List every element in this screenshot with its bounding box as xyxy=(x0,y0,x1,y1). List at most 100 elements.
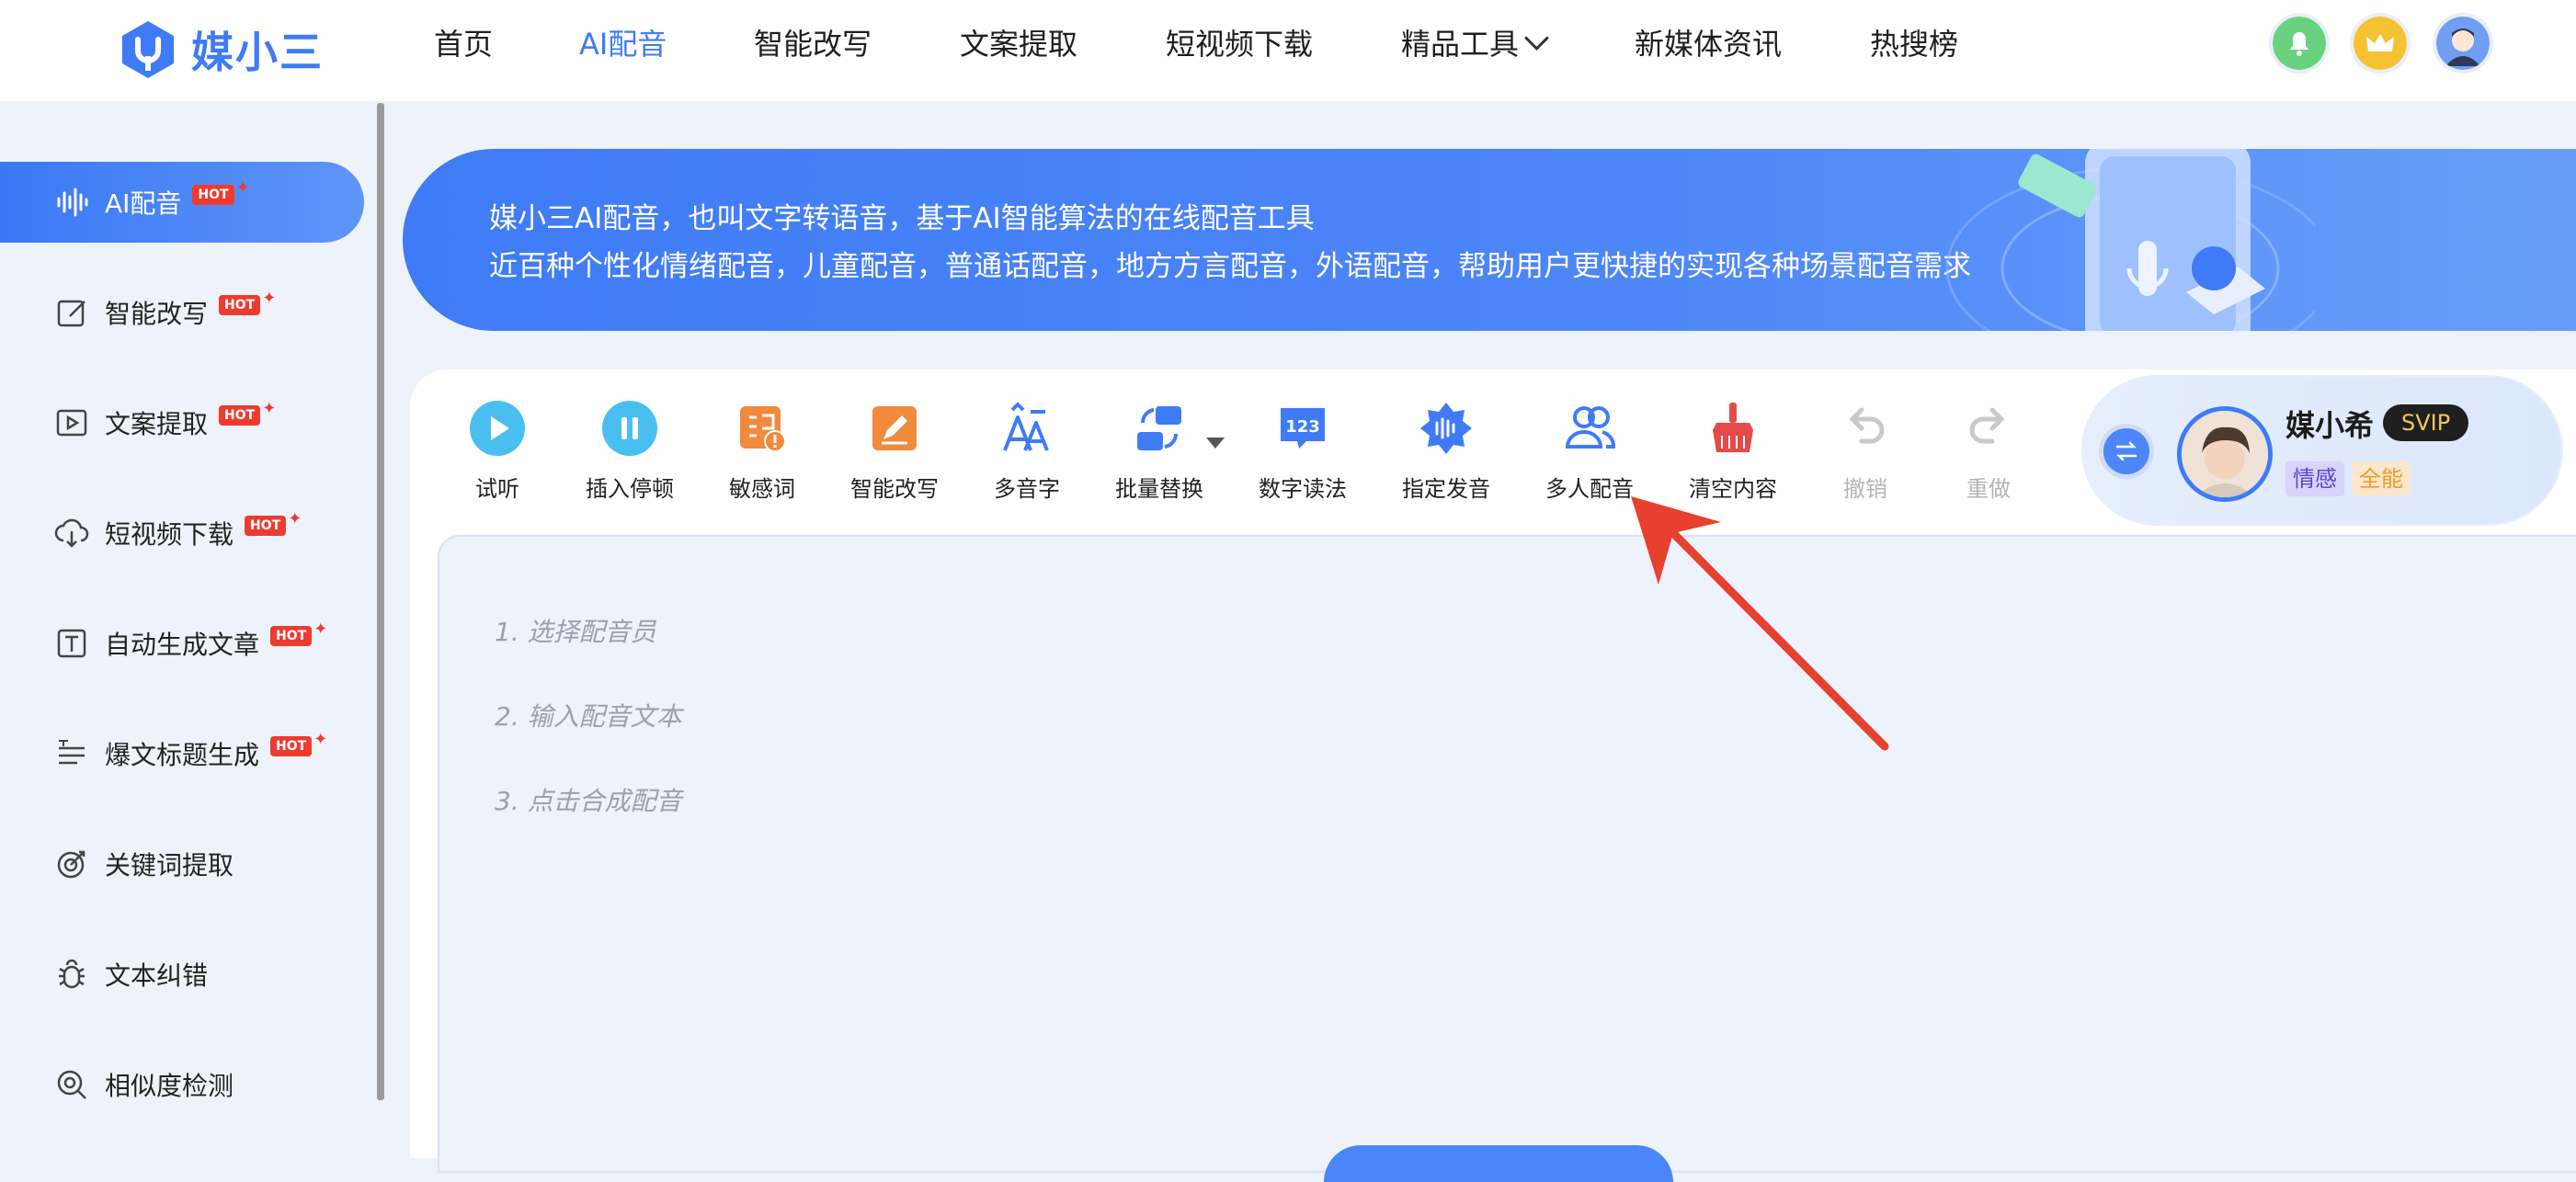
nav-ai-dubbing[interactable]: AI配音 xyxy=(579,22,667,66)
chevron-down-icon xyxy=(1524,26,1549,51)
tool-label: 试听 xyxy=(475,476,519,502)
sidebar-item-label: AI配音 xyxy=(105,188,182,219)
batch-replace-button[interactable]: 批量替换 xyxy=(1090,399,1228,509)
svip-badge: SVIP xyxy=(2383,404,2469,441)
intro-banner: 媒小三AI配音，也叫文字转语音，基于AI智能算法的在线配音工具 近百种个性化情绪… xyxy=(403,149,2576,331)
voice-actor-avatar xyxy=(2177,406,2273,502)
voice-tag-versatile: 全能 xyxy=(2352,461,2411,496)
banner-line-2: 近百种个性化情绪配音，儿童配音，普通话配音，地方方言配音，外语配音，帮助用户更快… xyxy=(489,250,1971,283)
avatar[interactable] xyxy=(2436,17,2490,70)
nav-home[interactable]: 首页 xyxy=(434,22,493,66)
annotation-arrow xyxy=(1631,496,1889,751)
tool-label: 数字读法 xyxy=(1259,476,1347,502)
pronunciation-icon xyxy=(1420,403,1472,454)
tool-label: 插入停顿 xyxy=(586,476,674,502)
phone-microphone-illustration xyxy=(1945,149,2315,331)
polyphone-button[interactable]: 多音字 xyxy=(958,399,1096,509)
nav-premium-tools[interactable]: 精品工具 xyxy=(1401,22,1549,66)
smart-rewrite-icon xyxy=(872,406,917,450)
redo-icon xyxy=(1969,407,2005,444)
sidebar-item-similarity-check[interactable]: 相似度检测 xyxy=(0,1044,364,1125)
sidebar-item-label: 文本纠错 xyxy=(105,960,209,991)
sidebar-item-label: 爆文标题生成 xyxy=(105,740,260,770)
number-reading-icon: 123 xyxy=(1281,408,1325,449)
hot-badge: HOT xyxy=(245,516,287,536)
waveform-icon xyxy=(57,188,88,217)
video-extract-icon xyxy=(56,409,87,437)
sidebar-item-auto-article[interactable]: 自动生成文章 HOT ✦ xyxy=(0,603,364,684)
sidebar-item-ai-dubbing[interactable]: AI配音 HOT ✦ xyxy=(0,162,364,243)
svg-text:123: 123 xyxy=(1285,417,1320,437)
sparkle-icon: ✦ xyxy=(313,619,328,639)
hot-badge: HOT xyxy=(219,405,261,426)
site-logo[interactable]: 媒小三 xyxy=(118,11,324,88)
hint-step-3: 3. 点击合成配音 xyxy=(495,786,682,816)
tool-label: 敏感词 xyxy=(729,476,795,502)
multi-person-dubbing-button[interactable]: 多人配音 xyxy=(1521,399,1658,509)
top-header: 媒小三 首页 AI配音 智能改写 文案提取 短视频下载 精品工具 新媒体资讯 热… xyxy=(0,0,2576,101)
caret-down-icon[interactable] xyxy=(1206,438,1225,449)
sidebar-item-keyword-extract[interactable]: 关键词提取 xyxy=(0,824,364,904)
dubbing-text-input[interactable]: 1. 选择配音员 2. 输入配音文本 3. 点击合成配音 xyxy=(438,535,2576,1173)
tool-label: 智能改写 xyxy=(850,476,939,502)
undo-button[interactable]: 撤销 xyxy=(1796,399,1934,509)
logo-text: 媒小三 xyxy=(191,28,324,77)
voice-tag-emotion: 情感 xyxy=(2285,461,2344,496)
sidebar-item-label: 关键词提取 xyxy=(105,850,234,881)
sensitive-word-button[interactable]: 敏感词 xyxy=(693,399,831,509)
sidebar-item-label: 短视频下载 xyxy=(105,519,234,550)
insert-pause-button[interactable]: 插入停顿 xyxy=(561,399,699,509)
hot-badge: HOT xyxy=(270,736,313,756)
specify-pronunciation-button[interactable]: 指定发音 xyxy=(1377,399,1515,509)
nav-media-news[interactable]: 新媒体资讯 xyxy=(1635,22,1782,66)
sparkle-icon: ✦ xyxy=(262,398,277,418)
voice-actor-name: 媒小希 xyxy=(2285,408,2375,443)
tool-label: 多音字 xyxy=(994,476,1060,502)
nav-smart-rewrite[interactable]: 智能改写 xyxy=(754,22,872,66)
nav-video-download[interactable]: 短视频下载 xyxy=(1166,22,1313,66)
nav-hot-search[interactable]: 热搜榜 xyxy=(1870,22,1958,66)
sidebar-item-label: 相似度检测 xyxy=(105,1071,234,1101)
sensitive-word-icon xyxy=(740,406,786,452)
undo-icon xyxy=(1849,407,1885,444)
number-reading-button[interactable]: 123 数字读法 xyxy=(1234,399,1372,509)
sidebar-item-label: 智能改写 xyxy=(105,299,209,329)
sidebar-scrollbar[interactable] xyxy=(377,103,384,1100)
play-icon xyxy=(470,401,525,456)
sidebar-item-text-correction[interactable]: 文本纠错 xyxy=(0,934,364,1015)
pause-icon xyxy=(602,401,657,456)
sparkle-icon: ✦ xyxy=(288,508,302,528)
text-icon xyxy=(57,629,86,658)
sidebar-item-copy-extract[interactable]: 文案提取 HOT ✦ xyxy=(0,382,364,463)
bell-icon[interactable] xyxy=(2273,17,2326,70)
bug-icon xyxy=(59,959,85,989)
logo-icon xyxy=(122,21,174,78)
sidebar-item-video-download[interactable]: 短视频下载 HOT ✦ xyxy=(0,493,364,574)
target-icon xyxy=(57,850,85,879)
sidebar-item-smart-rewrite[interactable]: 智能改写 HOT ✦ xyxy=(0,272,364,353)
sparkle-icon: ✦ xyxy=(235,177,250,198)
listen-button[interactable]: 试听 xyxy=(428,399,566,509)
sidebar-item-title-generator[interactable]: 爆文标题生成 HOT ✦ xyxy=(0,713,364,794)
hot-badge: HOT xyxy=(192,185,234,205)
swap-icon[interactable] xyxy=(2103,428,2149,474)
hot-badge: HOT xyxy=(219,295,261,315)
voice-actor-card[interactable]: 媒小希 SVIP 情感 全能 xyxy=(2083,377,2561,524)
tool-label: 批量替换 xyxy=(1115,476,1203,502)
redo-button[interactable]: 重做 xyxy=(1920,399,2057,509)
similarity-icon xyxy=(57,1070,86,1099)
cloud-download-icon xyxy=(54,518,89,548)
synthesize-button[interactable] xyxy=(1324,1145,1673,1182)
nav-premium-tools-label: 精品工具 xyxy=(1401,27,1520,62)
crown-icon[interactable] xyxy=(2354,17,2407,70)
hot-badge: HOT xyxy=(270,626,313,646)
sparkle-icon: ✦ xyxy=(313,729,328,749)
smart-rewrite-button[interactable]: 智能改写 xyxy=(826,399,963,509)
clear-content-button[interactable]: 清空内容 xyxy=(1664,399,1802,509)
polyphone-icon xyxy=(1003,403,1049,451)
nav-copy-extract[interactable]: 文案提取 xyxy=(960,22,1077,66)
hint-step-2: 2. 输入配音文本 xyxy=(495,701,682,732)
tool-label: 重做 xyxy=(1966,476,2011,502)
hint-step-1: 1. 选择配音员 xyxy=(495,617,656,647)
edit-icon xyxy=(57,300,85,327)
